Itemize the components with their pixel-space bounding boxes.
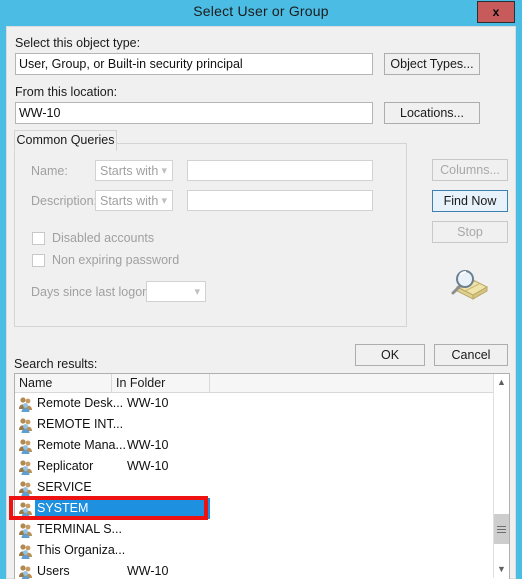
column-header-name[interactable]: Name — [15, 374, 112, 392]
vertical-scrollbar[interactable]: ▲ ▼ — [493, 374, 509, 578]
result-rows: Remote Desk... WW-10 REMOTE INT... Remote M… — [15, 393, 495, 579]
name-condition-combo[interactable]: Starts with ▾ — [95, 160, 173, 181]
table-row[interactable]: Remote Mana... WW-10 — [15, 435, 495, 456]
name-label: Name: — [31, 164, 68, 178]
title-bar: Select User or Group x — [0, 0, 522, 26]
table-row[interactable]: Users WW-10 — [15, 561, 495, 579]
row-name: REMOTE INT... — [37, 417, 124, 431]
column-header-spacer — [210, 374, 310, 392]
days-since-logon-combo[interactable]: ▾ — [146, 281, 206, 302]
users-group-icon — [18, 459, 34, 475]
table-row[interactable]: TERMINAL S... — [15, 519, 495, 540]
search-results-list[interactable]: Name In Folder Remote Desk... WW-10 REMOTE… — [14, 373, 510, 579]
users-group-icon — [18, 438, 34, 454]
row-name: SERVICE — [37, 480, 92, 494]
table-row[interactable]: REMOTE INT... — [15, 414, 495, 435]
columns-button[interactable]: Columns... — [432, 159, 508, 181]
object-type-input[interactable] — [15, 53, 373, 75]
scroll-down-button[interactable]: ▼ — [494, 561, 509, 578]
tab-common-queries[interactable]: Common Queries — [14, 130, 117, 151]
chevron-down-icon: ▾ — [194, 286, 200, 298]
users-group-icon — [18, 417, 34, 433]
non-expiring-password-label: Non expiring password — [52, 253, 180, 267]
users-group-icon — [18, 522, 34, 538]
table-row[interactable]: SYSTEM — [15, 498, 495, 519]
table-row[interactable]: SERVICE — [15, 477, 495, 498]
scrollbar-thumb[interactable] — [494, 514, 509, 544]
stop-button[interactable]: Stop — [432, 221, 508, 243]
row-name: Remote Desk... — [37, 396, 124, 410]
ok-button[interactable]: OK — [355, 344, 425, 366]
find-now-button[interactable]: Find Now — [432, 190, 508, 212]
table-row[interactable]: Replicator WW-10 — [15, 456, 495, 477]
locations-button[interactable]: Locations... — [384, 102, 480, 124]
select-user-or-group-dialog: Select User or Group x Select this objec… — [0, 0, 522, 579]
days-since-logon-label: Days since last logon: — [31, 285, 153, 299]
cancel-button[interactable]: Cancel — [434, 344, 508, 366]
name-condition-value: Starts with — [100, 164, 159, 178]
row-in-folder: WW-10 — [127, 396, 169, 410]
disabled-accounts-checkbox[interactable] — [32, 232, 45, 245]
description-condition-combo[interactable]: Starts with ▾ — [95, 190, 173, 211]
users-group-icon — [18, 543, 34, 559]
close-button[interactable]: x — [477, 1, 515, 23]
chevron-down-icon: ▾ — [161, 165, 167, 177]
list-column-headers: Name In Folder — [15, 374, 509, 393]
row-in-folder: WW-10 — [127, 438, 169, 452]
row-name: SYSTEM — [37, 501, 89, 515]
disabled-accounts-label: Disabled accounts — [52, 231, 155, 245]
row-name: This Organiza... — [37, 543, 126, 557]
search-results-label: Search results: — [14, 357, 98, 371]
users-group-icon — [18, 396, 34, 412]
column-header-in-folder[interactable]: In Folder — [112, 374, 210, 392]
magnifier-folder-icon — [445, 265, 489, 305]
users-group-icon — [18, 480, 34, 496]
scroll-up-button[interactable]: ▲ — [494, 374, 509, 391]
row-in-folder: WW-10 — [127, 459, 169, 473]
location-input[interactable] — [15, 102, 373, 124]
table-row[interactable]: This Organiza... — [15, 540, 495, 561]
window-title: Select User or Group — [193, 3, 329, 19]
description-input[interactable] — [187, 190, 373, 211]
object-type-label: Select this object type: — [15, 36, 141, 50]
description-label: Description: — [31, 194, 97, 208]
description-condition-value: Starts with — [100, 194, 159, 208]
row-name: Users — [37, 564, 70, 578]
object-types-button[interactable]: Object Types... — [384, 53, 480, 75]
row-name: Remote Mana... — [37, 438, 126, 452]
chevron-down-icon: ▾ — [161, 195, 167, 207]
table-row[interactable]: Remote Desk... WW-10 — [15, 393, 495, 414]
non-expiring-password-checkbox[interactable] — [32, 254, 45, 267]
users-group-icon — [18, 501, 34, 517]
row-name: Replicator — [37, 459, 94, 473]
row-name: TERMINAL S... — [37, 522, 122, 536]
row-in-folder: WW-10 — [127, 564, 169, 578]
common-queries-panel: Name: Starts with ▾ Description: Starts … — [14, 143, 407, 327]
location-label: From this location: — [15, 85, 118, 99]
name-input[interactable] — [187, 160, 373, 181]
users-group-icon — [18, 564, 34, 579]
